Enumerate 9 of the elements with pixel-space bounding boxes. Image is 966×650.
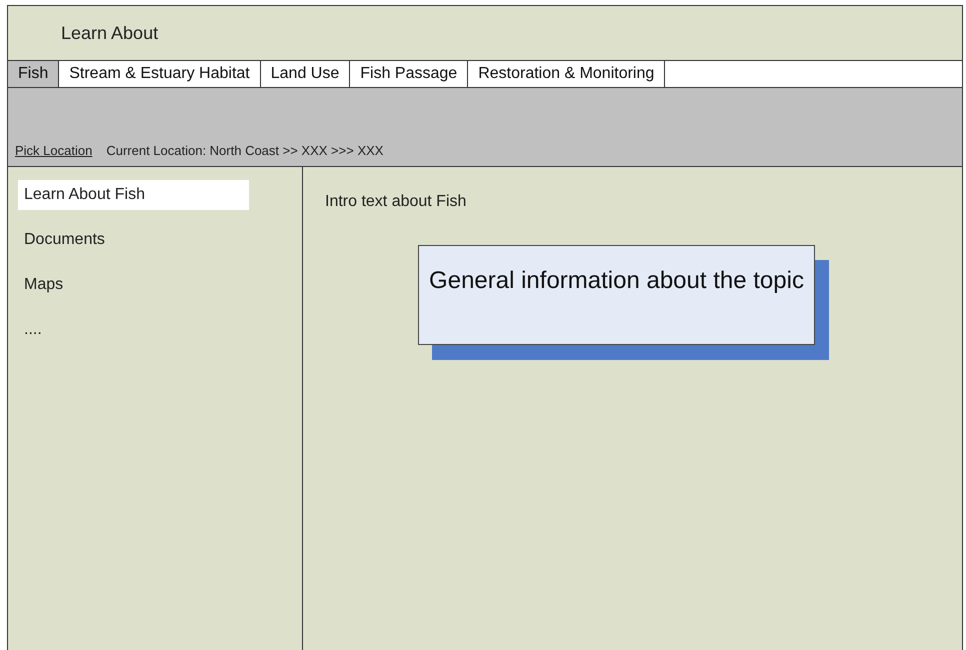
- current-location: Current Location: North Coast >> XXX >>> XXX: [106, 143, 384, 158]
- tab[interactable]: Fish: [8, 61, 60, 87]
- sidebar-item[interactable]: ....: [18, 315, 249, 345]
- intro-text: Intro text about Fish: [325, 193, 468, 211]
- page-title: Learn About: [61, 22, 158, 44]
- pick-location-link[interactable]: Pick Location: [15, 143, 92, 158]
- sidebar-item[interactable]: Maps: [18, 270, 249, 300]
- sidebar-item[interactable]: Learn About Fish: [18, 180, 249, 210]
- sidebar-item[interactable]: Documents: [18, 225, 249, 255]
